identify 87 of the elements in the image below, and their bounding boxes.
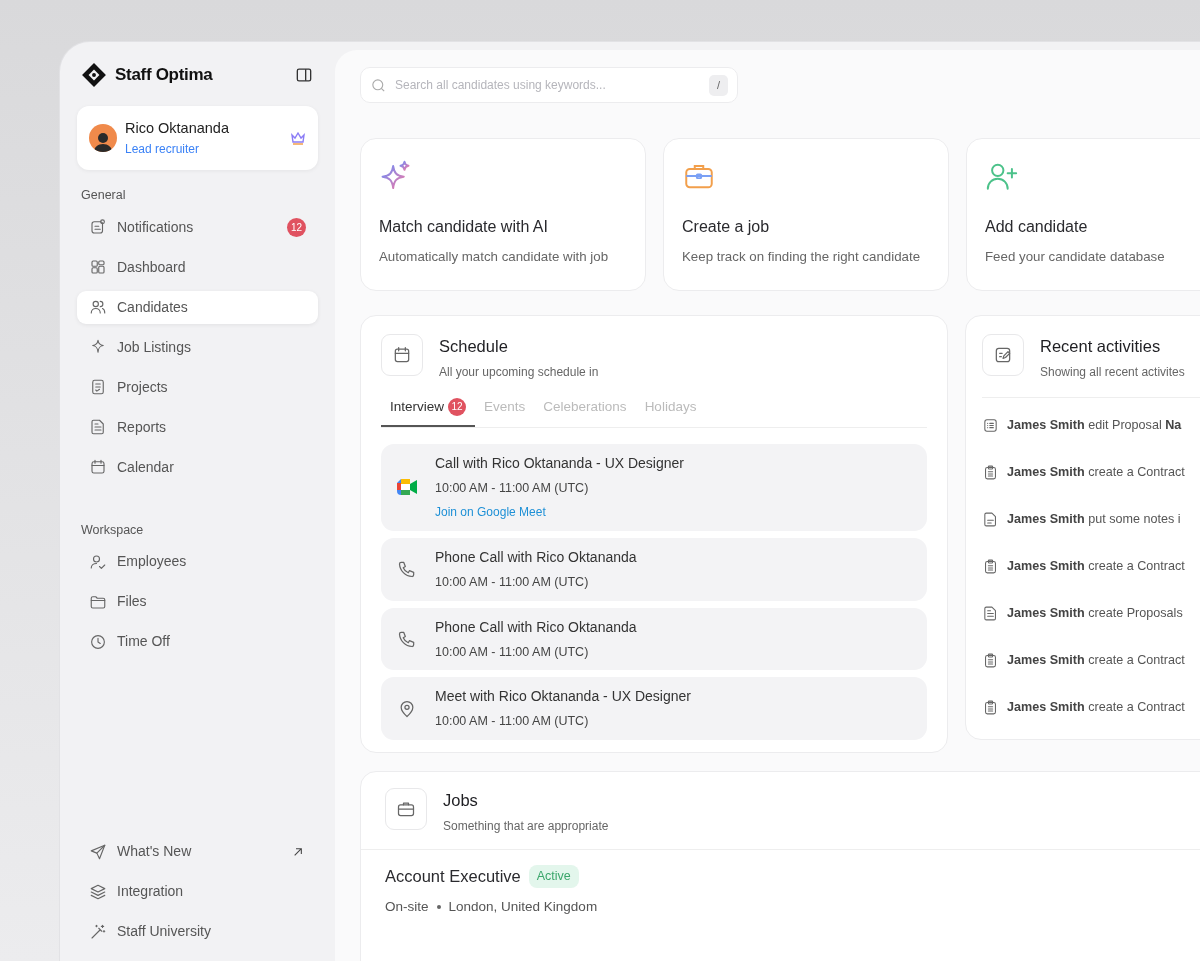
- event-time: 10:00 AM - 11:00 AM (UTC): [435, 480, 590, 497]
- sidebar-item[interactable]: Time Off: [77, 625, 318, 659]
- status-label: Active: [528, 864, 579, 888]
- work-type: On-site: [385, 897, 429, 916]
- job-location: London, United Kingdom: [448, 897, 598, 916]
- app-name: Staff Optima: [115, 64, 213, 87]
- sidebar-item[interactable]: Job Listings: [77, 330, 318, 364]
- schedule-tab[interactable]: Interview 12: [381, 396, 476, 427]
- action-title: Create a job: [682, 217, 771, 237]
- calendar-icon: [89, 458, 107, 476]
- schedule-event[interactable]: Phone Call with Rico Oktananda 10:00 AM - 11:00 AM (UTC): [381, 537, 927, 601]
- clipboard-icon: [982, 651, 999, 669]
- card-subtitle: All your upcoming schedule in: [439, 363, 599, 381]
- user-role: Lead recruiter: [125, 140, 201, 158]
- checklist-icon: [89, 378, 107, 396]
- event-title: Phone Call with Rico Oktananda: [435, 617, 637, 637]
- action-title: Add candidate: [985, 217, 1089, 237]
- activity-text: James Smith create a Contract: [1007, 463, 1185, 481]
- action-card[interactable]: Add candidate Feed your candidate database: [966, 138, 1200, 291]
- job-title[interactable]: Account Executive: [385, 863, 521, 889]
- send-icon: [89, 842, 107, 861]
- clipboard-icon: [982, 463, 999, 481]
- edit-icon: [993, 345, 1013, 365]
- search-icon: [370, 77, 387, 94]
- user-name: Rico Oktananda: [125, 119, 229, 138]
- list-icon: [982, 416, 999, 434]
- clipboard-icon: [982, 557, 999, 575]
- schedule-event[interactable]: Phone Call with Rico Oktananda 10:00 AM - 11:00 AM (UTC): [381, 607, 927, 671]
- notification-icon: [89, 218, 107, 236]
- sidebar-item[interactable]: Notifications 12: [77, 210, 318, 244]
- card-subtitle: Something that are appropriate: [443, 817, 609, 835]
- event-title: Phone Call with Rico Oktananda: [435, 547, 637, 567]
- action-description: Keep track on finding the right candidate: [682, 248, 922, 266]
- section-title: Workspace: [81, 521, 145, 539]
- layers-icon: [89, 882, 107, 901]
- action-card[interactable]: Match candidate with AI Automatically match candidate with job: [360, 138, 646, 291]
- event-title: Meet with Rico Oktananda - UX Designer: [435, 687, 691, 707]
- activity-text: James Smith create Proposals: [1007, 604, 1183, 622]
- document-icon: [89, 418, 107, 436]
- user-check-icon: [89, 552, 107, 571]
- clock-icon: [89, 632, 107, 651]
- section-title: General: [81, 186, 127, 204]
- crown-icon: [290, 130, 306, 145]
- event-time: 10:00 AM - 11:00 AM (UTC): [435, 713, 590, 731]
- event-time: 10:00 AM - 11:00 AM (UTC): [435, 573, 590, 591]
- logo-icon: [81, 62, 107, 88]
- count-badge: 12: [448, 397, 467, 416]
- sidebar-item[interactable]: Reports: [77, 410, 318, 444]
- sidebar-item[interactable]: Dashboard: [77, 250, 318, 284]
- card-title: Recent activities: [1040, 336, 1162, 357]
- card-title: Schedule: [439, 336, 509, 357]
- action-description: Feed your candidate database: [985, 248, 1166, 266]
- event-time: 10:00 AM - 11:00 AM (UTC): [435, 643, 590, 661]
- sidebar-item[interactable]: Projects: [77, 370, 318, 404]
- activity-text: James Smith create a Contract: [1007, 557, 1185, 575]
- note-icon: [982, 510, 999, 528]
- dot-separator: [436, 904, 441, 909]
- magic-wand-icon: [89, 922, 107, 941]
- sidebar-item[interactable]: Staff University: [77, 915, 318, 948]
- calendar-icon: [392, 345, 412, 365]
- activity-text: James Smith put some notes i: [1007, 510, 1181, 528]
- sidebar-item[interactable]: Files: [77, 585, 318, 619]
- action-card[interactable]: Create a job Keep track on finding the right candidate: [663, 138, 949, 291]
- clipboard-icon: [982, 698, 999, 716]
- schedule-event[interactable]: Call with Rico Oktananda - UX Designer 10:00 AM - 11:00 AM (UTC) Join on Google Meet: [381, 444, 927, 531]
- event-title: Call with Rico Oktananda - UX Designer: [435, 454, 684, 473]
- dashboard-icon: [89, 258, 107, 276]
- users-icon: [89, 298, 107, 316]
- sidebar-item[interactable]: Candidates: [77, 290, 318, 324]
- schedule-event[interactable]: Meet with Rico Oktananda - UX Designer 10:00 AM - 11:00 AM (UTC): [381, 677, 927, 740]
- action-title: Match candidate with AI: [379, 217, 549, 237]
- count-badge: 12: [287, 217, 306, 237]
- card-subtitle: Showing all recent activites: [1040, 363, 1185, 381]
- sidebar-item[interactable]: What's New: [77, 835, 318, 868]
- activity-text: James Smith create a Contract: [1007, 651, 1185, 669]
- sparkle-icon: [89, 338, 107, 356]
- sidebar-item[interactable]: Integration: [77, 875, 318, 908]
- document-icon: [982, 604, 999, 622]
- sidebar-item[interactable]: Calendar: [77, 450, 318, 484]
- avatar: [89, 123, 117, 152]
- action-description: Automatically match candidate with job: [379, 248, 610, 266]
- sidebar-item[interactable]: Employees: [77, 545, 318, 579]
- card-title: Jobs: [443, 790, 479, 811]
- activity-text: James Smith create a Contract: [1007, 698, 1185, 716]
- phone-icon: [397, 559, 417, 580]
- video-call-icon: [396, 478, 418, 497]
- activity-text: James Smith edit Proposal Na: [1007, 416, 1182, 434]
